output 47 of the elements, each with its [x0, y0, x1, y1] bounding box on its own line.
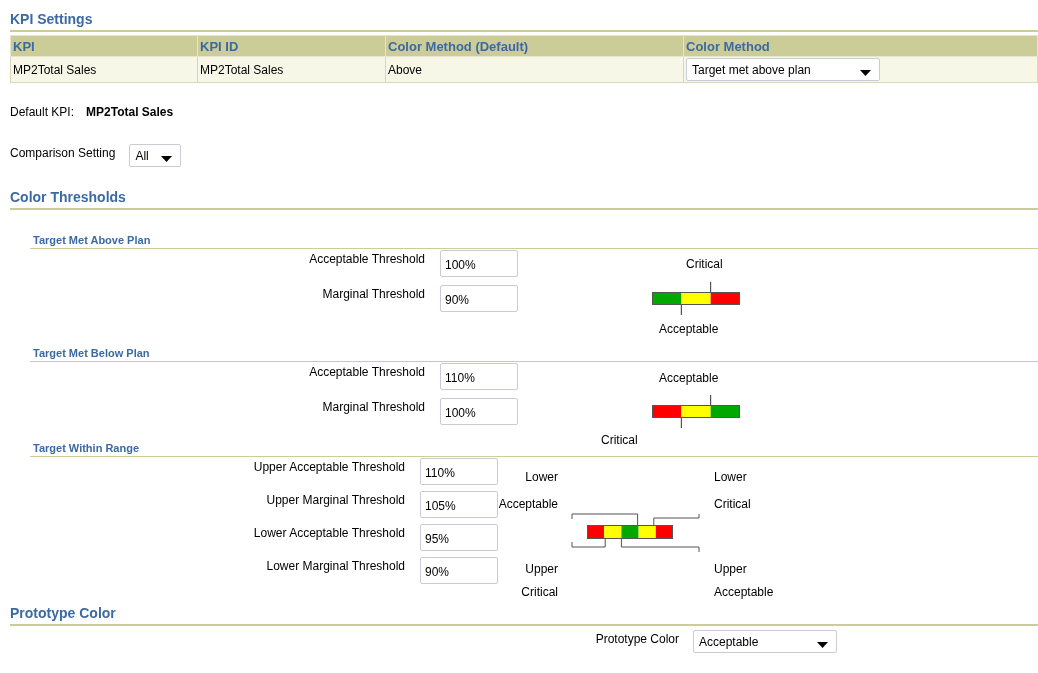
field-label: Marginal Threshold: [321, 399, 425, 414]
field-label: Comparison Setting: [10, 145, 116, 160]
input-field[interactable]: 100%: [440, 398, 518, 425]
column-header: KPI ID: [197, 35, 386, 57]
column-header: Color Method (Default): [385, 35, 684, 57]
input-field[interactable]: 110%: [440, 363, 518, 390]
caret-icon: [860, 69, 871, 76]
section-title: Target Met Above Plan: [33, 234, 151, 246]
field-label: Acceptable Threshold: [308, 364, 425, 379]
input-field[interactable]: 100%: [440, 250, 518, 277]
section-title: Color Thresholds: [10, 189, 126, 205]
scale-label: Lower Critical: [714, 469, 751, 513]
column-header: Color Method: [683, 35, 1038, 57]
field-label: Prototype Color: [595, 631, 679, 646]
scale-label: Upper Acceptable: [714, 561, 774, 601]
scale-label: Critical: [601, 433, 638, 447]
field-label: Lower Marginal Threshold: [265, 558, 405, 573]
scale-label: Lower Acceptable: [498, 469, 558, 513]
field-label: Lower Acceptable Threshold: [252, 525, 405, 540]
field-label: Acceptable Threshold: [308, 251, 425, 266]
table-cell: Above: [385, 56, 684, 83]
field-label: Marginal Threshold: [321, 286, 425, 301]
field-label: Upper Acceptable Threshold: [252, 459, 405, 474]
input-field[interactable]: 95%: [420, 524, 498, 551]
scale-label: Acceptable: [659, 371, 719, 385]
scale-label: Upper Critical: [521, 561, 558, 601]
column-header: KPI: [10, 35, 198, 57]
field-label: Upper Marginal Threshold: [265, 492, 405, 507]
dropdown[interactable]: Acceptable: [693, 630, 837, 653]
scale-label: Acceptable: [659, 322, 719, 336]
table-cell: MP2Total Sales: [197, 56, 386, 83]
caret-icon: [161, 155, 173, 162]
section-title: Prototype Color: [10, 605, 116, 621]
input-field[interactable]: 110%: [420, 458, 498, 485]
field-label: Default KPI:: [10, 105, 75, 119]
dropdown[interactable]: Target met above plan: [686, 58, 880, 81]
field-value: MP2Total Sales: [86, 105, 174, 119]
input-field[interactable]: 90%: [440, 285, 518, 312]
section-title: Target Met Below Plan: [33, 347, 150, 359]
section-title: Target Within Range: [33, 442, 140, 454]
input-field[interactable]: 90%: [420, 557, 498, 584]
table-cell: MP2Total Sales: [10, 56, 198, 83]
input-field[interactable]: 105%: [420, 491, 498, 518]
dropdown[interactable]: All: [129, 144, 182, 167]
section-title: KPI Settings: [10, 11, 93, 27]
scale-label: Critical: [686, 257, 723, 271]
caret-icon: [817, 641, 828, 648]
